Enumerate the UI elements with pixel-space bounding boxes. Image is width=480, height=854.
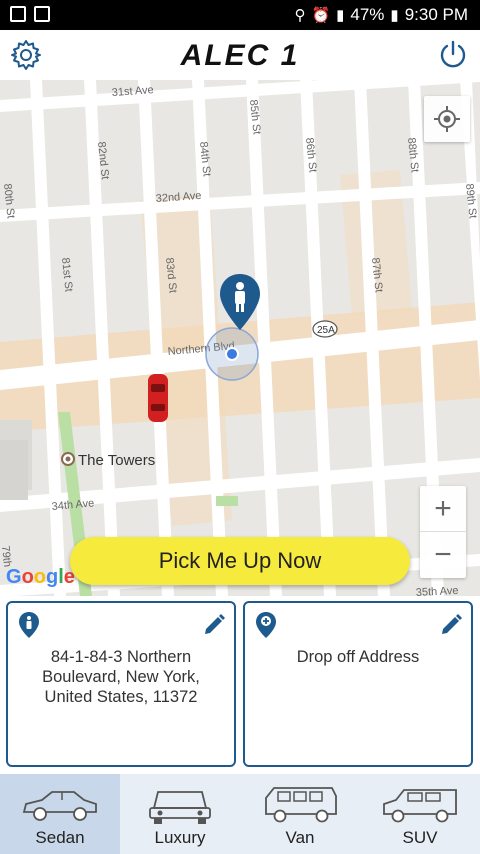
checkbox-notification-icon: [10, 6, 26, 22]
battery-level: 47%: [350, 5, 385, 24]
tab-van[interactable]: Van: [240, 774, 360, 854]
pickup-address-card[interactable]: 84-1-84-3 Northern Boulevard, New York, …: [6, 601, 236, 767]
pickup-address-text: 84-1-84-3 Northern Boulevard, New York, …: [42, 648, 200, 706]
sedan-icon: [22, 791, 97, 821]
tab-label: Van: [285, 828, 315, 847]
suv-icon: [383, 789, 457, 823]
tab-label: SUV: [402, 828, 438, 847]
dropoff-plus-pin-icon: [256, 612, 276, 638]
vehicle-type-tabs: Sedan Luxury Van SUV: [0, 774, 480, 854]
car-icon: [148, 374, 168, 422]
edit-pencil-icon[interactable]: [439, 613, 463, 637]
power-logout-icon[interactable]: [438, 39, 468, 69]
location-icon: ⚲: [294, 7, 306, 24]
my-location-button[interactable]: [424, 96, 470, 142]
zoom-in-button[interactable]: +: [420, 486, 466, 532]
edit-pencil-icon[interactable]: [202, 613, 226, 637]
zoom-controls: + −: [420, 486, 466, 578]
signal-icon: ▮: [336, 7, 345, 24]
map-view[interactable]: 31st Ave 82nd St 84th St 85th St 86th St…: [0, 80, 480, 596]
status-bar: ⚲ ⏰ ▮ 47% ▮ 9:30 PM: [0, 0, 480, 30]
luxury-car-icon: [149, 791, 211, 824]
alarm-icon: ⏰: [311, 7, 331, 24]
dropoff-address-text: Drop off Address: [296, 648, 420, 666]
tab-sedan[interactable]: Sedan: [0, 774, 120, 854]
pickup-person-pin-icon: [19, 612, 39, 638]
tab-luxury[interactable]: Luxury: [120, 774, 240, 854]
image-notification-icon: [34, 6, 50, 22]
clock: 9:30 PM: [404, 5, 468, 24]
battery-icon: ▮: [390, 7, 399, 24]
google-logo: Google: [6, 566, 75, 588]
tab-label: Sedan: [35, 828, 85, 847]
crosshair-icon: [434, 106, 460, 132]
tab-label: Luxury: [154, 828, 206, 847]
app-header: ALEC 1: [0, 30, 480, 80]
user-location: [205, 327, 259, 381]
pickup-pin-icon[interactable]: [218, 272, 262, 334]
zoom-out-button[interactable]: −: [420, 532, 466, 578]
app-title: ALEC 1: [180, 39, 300, 72]
tab-suv[interactable]: SUV: [360, 774, 480, 854]
dropoff-address-card[interactable]: Drop off Address: [243, 601, 473, 767]
pick-me-up-button[interactable]: Pick Me Up Now: [70, 537, 410, 585]
van-icon: [265, 787, 337, 823]
